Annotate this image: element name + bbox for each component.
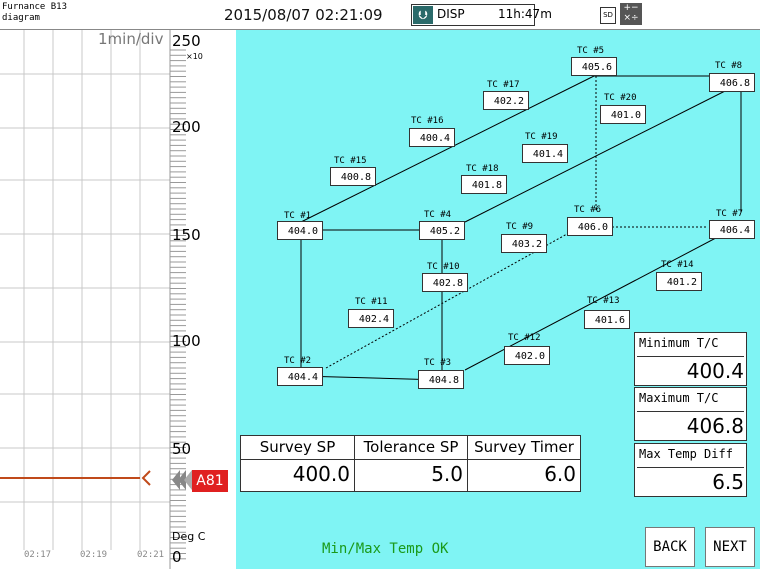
tc-value: 405.2 bbox=[419, 221, 465, 240]
minimum-tc-value: 400.4 bbox=[637, 356, 744, 385]
tc-name: TC #19 bbox=[525, 132, 558, 142]
tc-value: 406.0 bbox=[567, 217, 613, 236]
tc-name: TC #2 bbox=[284, 356, 312, 366]
tc-value: 402.0 bbox=[504, 346, 550, 365]
tc-name: TC #17 bbox=[487, 80, 520, 90]
tc-name: TC #15 bbox=[334, 156, 367, 166]
tc-value: 405.6 bbox=[571, 57, 617, 76]
tc-value: 402.8 bbox=[422, 273, 468, 292]
tc-name: TC #20 bbox=[604, 93, 637, 103]
tc-name: TC #5 bbox=[577, 46, 605, 56]
max-temp-diff-label: Max Temp Diff bbox=[639, 447, 733, 461]
survey-timer-value: 6.0 bbox=[544, 462, 576, 486]
tc-name: TC #12 bbox=[508, 333, 541, 343]
back-button[interactable]: BACK bbox=[645, 527, 695, 567]
tc-value: 401.0 bbox=[600, 105, 646, 124]
max-temp-diff-panel: Max Temp Diff 6.5 bbox=[634, 443, 747, 497]
tc-name: TC #16 bbox=[411, 116, 444, 126]
tc-name: TC #7 bbox=[716, 209, 744, 219]
tc-name: TC #14 bbox=[661, 260, 694, 270]
tc-value: 401.6 bbox=[584, 310, 630, 329]
tc-name: TC #1 bbox=[284, 211, 312, 221]
maximum-tc-panel: Maximum T/C 406.8 bbox=[634, 387, 747, 441]
tc-name: TC #18 bbox=[466, 164, 499, 174]
tc-name: TC #13 bbox=[587, 296, 620, 306]
tolerance-sp-value: 5.0 bbox=[431, 462, 463, 486]
tc-value: 403.2 bbox=[501, 234, 547, 253]
tc-value: 404.8 bbox=[418, 370, 464, 389]
tc-value: 406.4 bbox=[709, 220, 755, 239]
tc-value: 401.2 bbox=[656, 272, 702, 291]
maximum-tc-value: 406.8 bbox=[637, 411, 744, 440]
tc-name: TC #3 bbox=[424, 358, 452, 368]
survey-sp-label: Survey SP bbox=[241, 436, 354, 460]
tc-name: TC #11 bbox=[355, 297, 388, 307]
next-button[interactable]: NEXT bbox=[705, 527, 755, 567]
tc-value: 406.8 bbox=[709, 73, 755, 92]
tc-name: TC #10 bbox=[427, 262, 460, 272]
tc-value: 402.2 bbox=[483, 91, 529, 110]
tc-name: TC #6 bbox=[574, 205, 602, 215]
tc-name: TC #8 bbox=[715, 61, 743, 71]
tc-name: TC #4 bbox=[424, 210, 452, 220]
tc-value: 401.8 bbox=[461, 175, 507, 194]
minimum-tc-label: Minimum T/C bbox=[639, 336, 719, 350]
status-message: Min/Max Temp OK bbox=[322, 541, 449, 557]
max-temp-diff-value: 6.5 bbox=[637, 467, 744, 496]
tc-value: 401.4 bbox=[522, 144, 568, 163]
tc-value: 400.8 bbox=[330, 167, 376, 186]
tolerance-sp-cell[interactable]: Tolerance SP 5.0 bbox=[354, 435, 468, 492]
tc-value: 404.4 bbox=[277, 367, 323, 386]
tc-value: 402.4 bbox=[348, 309, 394, 328]
survey-timer-cell[interactable]: Survey Timer 6.0 bbox=[467, 435, 581, 492]
maximum-tc-label: Maximum T/C bbox=[639, 391, 719, 405]
minimum-tc-panel: Minimum T/C 400.4 bbox=[634, 332, 747, 386]
survey-sp-cell[interactable]: Survey SP 400.0 bbox=[240, 435, 355, 492]
survey-timer-label: Survey Timer bbox=[468, 436, 580, 460]
tc-value: 404.0 bbox=[277, 221, 323, 240]
survey-sp-value: 400.0 bbox=[292, 462, 350, 486]
tc-name: TC #9 bbox=[506, 222, 534, 232]
tolerance-sp-label: Tolerance SP bbox=[355, 436, 467, 460]
tc-value: 400.4 bbox=[409, 128, 455, 147]
